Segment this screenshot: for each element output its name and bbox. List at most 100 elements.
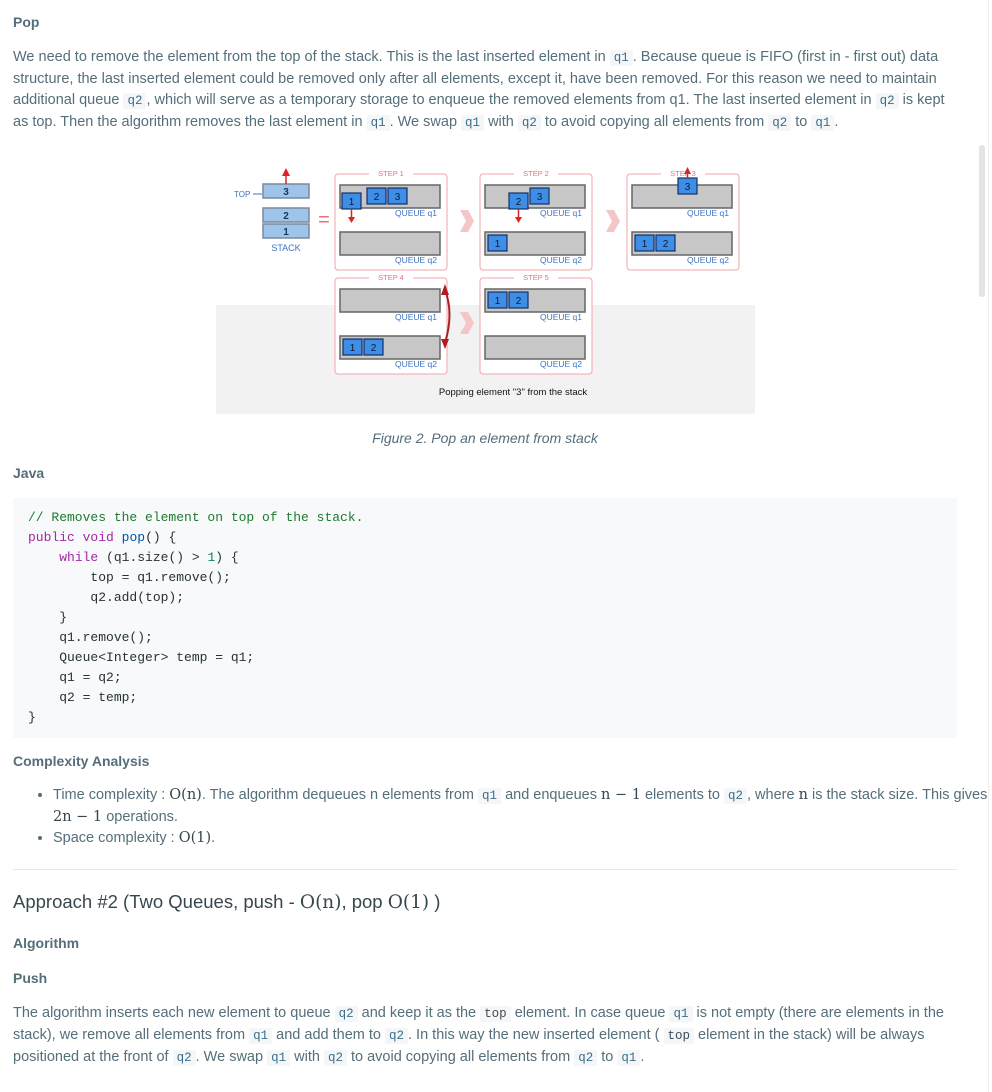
code-line: } <box>28 708 942 728</box>
code-token: top = q1.remove(); <box>28 570 231 585</box>
text-run: operations. <box>102 809 178 825</box>
math-expression: O(1) <box>387 892 430 913</box>
queue-q2-label: QUEUE q2 <box>395 359 437 369</box>
queue-q1-label: QUEUE q1 <box>395 208 437 218</box>
code-token: ) { <box>215 550 239 565</box>
java-code-block[interactable]: // Removes the element on top of the sta… <box>13 498 957 738</box>
equals-sign: = <box>318 209 330 231</box>
text-run: Space complexity : <box>53 830 179 846</box>
code-token: while <box>59 550 99 565</box>
text-run: . In this way the new inserted element ( <box>408 1027 664 1043</box>
text-run: . We swap <box>389 114 462 130</box>
text-run: to avoid copying all elements from <box>346 1049 575 1065</box>
text-run: and enqueues <box>501 787 602 803</box>
stack-cell-label: 2 <box>283 211 289 222</box>
pop-arrow-head <box>282 168 290 176</box>
code-token: } <box>28 610 68 625</box>
code-token: q2.add(top); <box>28 590 185 605</box>
scrollbar-thumb[interactable] <box>979 145 985 297</box>
queue-element-label: 1 <box>350 343 356 354</box>
queue-q1-label: QUEUE q1 <box>540 312 582 322</box>
queue-element-label: 2 <box>371 343 377 354</box>
code-line: public void pop() { <box>28 528 942 548</box>
stack-cell-label: 3 <box>283 187 289 198</box>
text-run: element. In case queue <box>510 1005 670 1021</box>
queue-q1-label: QUEUE q1 <box>687 208 729 218</box>
math-expression: O(n) <box>169 787 202 803</box>
algorithm-heading: Algorithm <box>13 935 80 951</box>
queue-q2-label: QUEUE q2 <box>395 255 437 265</box>
stack-label: STACK <box>271 243 300 253</box>
code-token: q1 = q2; <box>28 670 122 685</box>
math-expression: n − 1 <box>601 787 641 803</box>
complexity-item: Space complexity : O(1). <box>53 828 992 849</box>
pop-figure: 3 2 1 TOP STACK = STEP 1 QUEUE q1 QUEUE q2 2 3 1 STE… <box>216 158 755 414</box>
text-run: Approach #2 (Two Queues, push - <box>13 891 300 912</box>
step-title: STEP 5 <box>523 273 549 282</box>
stack-top-label: TOP <box>234 190 250 199</box>
pop-diagram: 3 2 1 TOP STACK = STEP 1 QUEUE q1 QUEUE q2 2 3 1 STE… <box>216 167 755 414</box>
code-line: top = q1.remove(); <box>28 568 942 588</box>
code-line: q2.add(top); <box>28 588 942 608</box>
inline-code: q1 <box>478 788 502 804</box>
code-line: q2 = temp; <box>28 688 942 708</box>
text-run: The algorithm inserts each new element t… <box>13 1005 335 1021</box>
code-token: q1.remove(); <box>28 630 153 645</box>
pop-heading: Pop <box>13 14 40 30</box>
step-title: STEP 1 <box>378 169 404 178</box>
code-token: public <box>28 530 75 545</box>
math-expression: O(n) <box>299 892 342 913</box>
queue-element-label: 1 <box>495 296 501 307</box>
queue-q2 <box>484 335 586 360</box>
inline-code: q2 <box>768 115 792 131</box>
queue-q2-label: QUEUE q2 <box>687 255 729 265</box>
code-token: void <box>82 530 114 545</box>
inline-code: q2 <box>384 1028 408 1044</box>
moving-element-label: 1 <box>349 197 355 208</box>
step-chevron <box>460 210 474 232</box>
inline-code: q2 <box>723 788 747 804</box>
code-token: } <box>28 710 36 725</box>
code-line: while (q1.size() > 1) { <box>28 548 942 568</box>
text-run: . <box>640 1049 645 1065</box>
text-run: We need to remove the element from the t… <box>13 49 610 65</box>
page-edge <box>988 0 989 1092</box>
queue-element-label: 2 <box>374 192 380 203</box>
code-token: q2 = temp; <box>28 690 138 705</box>
text-run: to avoid copying all elements from <box>540 114 769 130</box>
moving-element-label: 3 <box>685 182 691 193</box>
step-title: STEP 2 <box>523 169 549 178</box>
queue-element-label: 1 <box>642 239 648 250</box>
code-line: } <box>28 608 942 628</box>
inline-code: q2 <box>172 1050 196 1066</box>
math-expression: O(1) <box>178 830 212 846</box>
queue-q1-label: QUEUE q1 <box>395 312 437 322</box>
text-run: ) <box>429 891 441 912</box>
queue-q2 <box>339 231 441 256</box>
text-run: elements to <box>640 787 724 803</box>
inline-code: q1 <box>669 1006 693 1022</box>
complexity-heading: Complexity Analysis <box>13 753 150 769</box>
section-divider <box>13 869 957 870</box>
text-run: and keep it as the <box>357 1005 481 1021</box>
text-run: and add them to <box>272 1027 385 1043</box>
figure-inner-caption: Popping element "3" from the stack <box>439 387 588 398</box>
inline-code: q2 <box>334 1006 358 1022</box>
code-line: q1.remove(); <box>28 628 942 648</box>
queue-element-label: 3 <box>395 192 401 203</box>
push-paragraph: The algorithm inserts each new element t… <box>13 1003 948 1069</box>
stack-cell-label: 1 <box>283 227 289 238</box>
text-run: to <box>597 1049 618 1065</box>
text-run: Time complexity : <box>53 787 170 803</box>
pop-paragraph: We need to remove the element from the t… <box>13 47 948 134</box>
inline-code: q2 <box>517 115 541 131</box>
queue-q2-label: QUEUE q2 <box>540 359 582 369</box>
code-token: (q1.size() > <box>98 550 208 565</box>
text-run: . <box>834 114 839 130</box>
code-token: () { <box>145 530 177 545</box>
text-run: to <box>791 114 812 130</box>
queue-q2-label: QUEUE q2 <box>540 255 582 265</box>
